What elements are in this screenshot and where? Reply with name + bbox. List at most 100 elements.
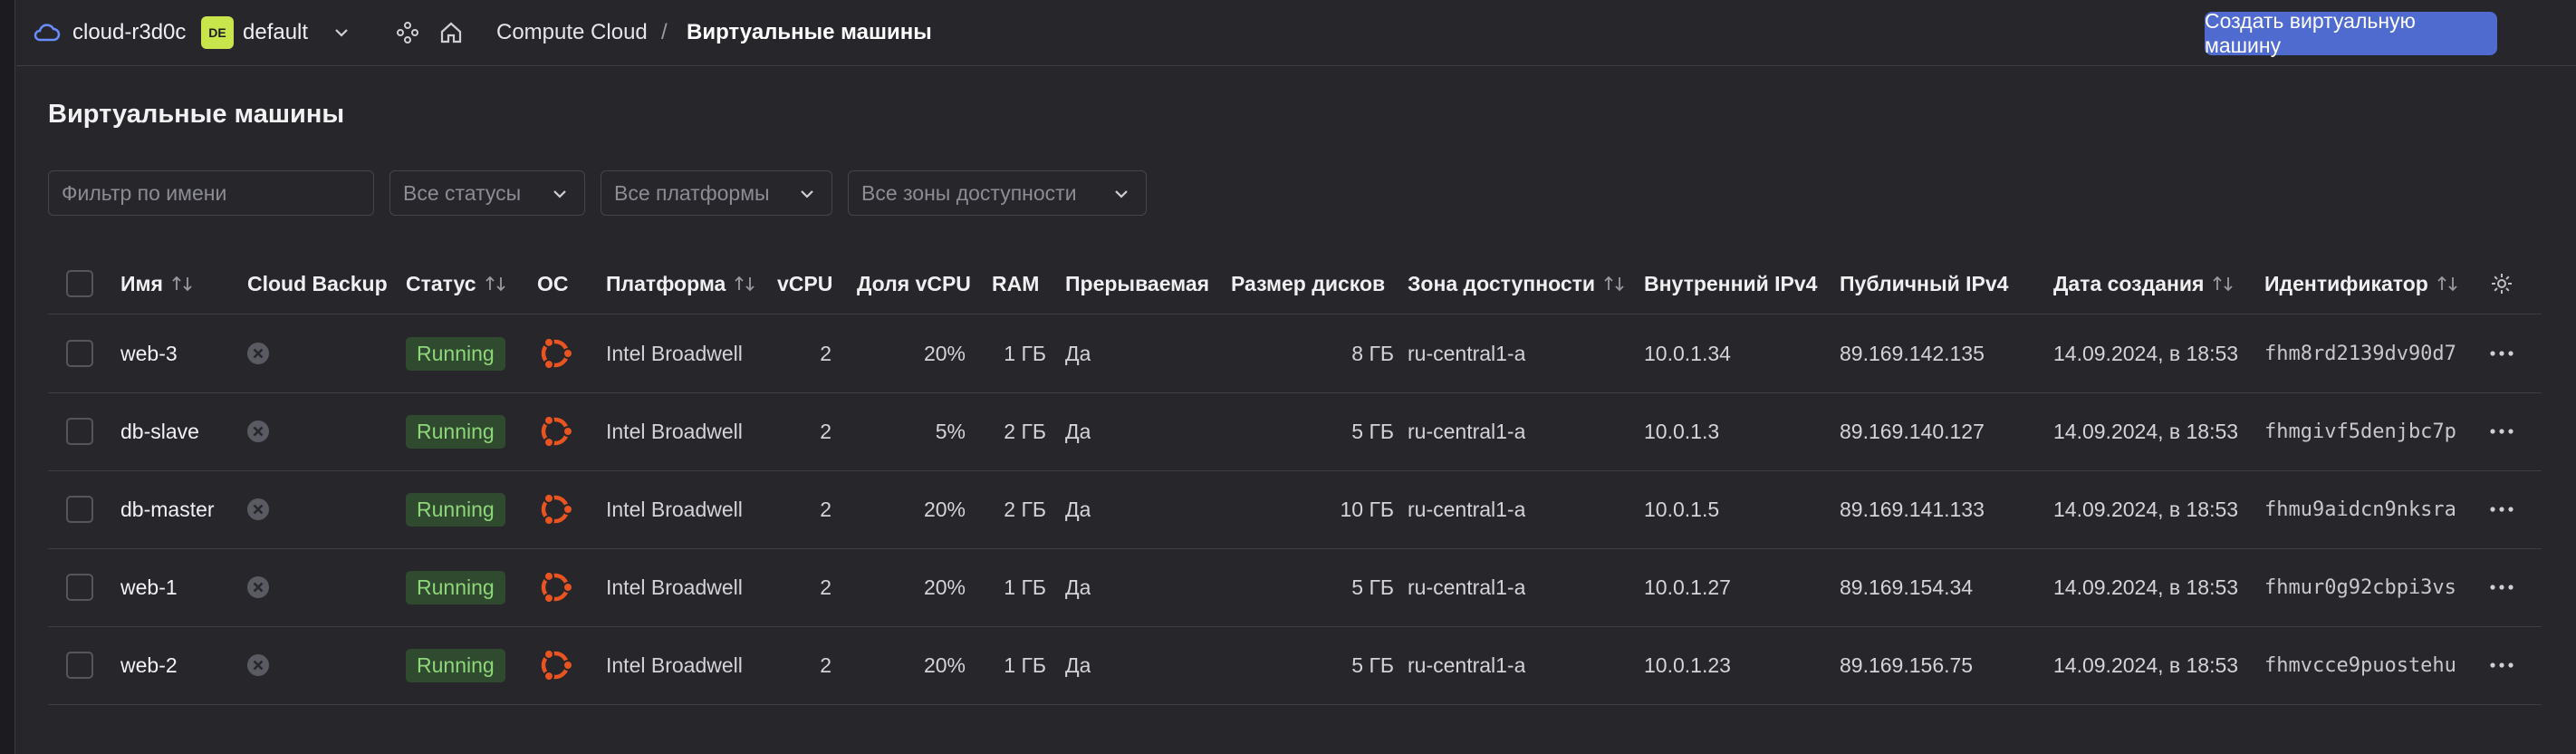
vm-vcpu: 2 <box>820 341 831 365</box>
table-row[interactable]: web-1 Running Intel Broadwell 2 20% 1 ГБ Да 5 Г… <box>48 548 2542 627</box>
vm-vcpu: 2 <box>820 575 831 599</box>
breadcrumb-service[interactable]: Compute Cloud <box>496 0 648 65</box>
vm-internal-ipv4[interactable]: 10.0.1.27 <box>1644 548 1731 626</box>
row-checkbox[interactable] <box>66 314 93 392</box>
services-hub-icon[interactable] <box>395 0 420 65</box>
cloud-icon[interactable] <box>33 0 62 65</box>
vm-platform: Intel Broadwell <box>606 341 743 365</box>
page-title: Виртуальные машины <box>48 100 345 129</box>
row-checkbox[interactable] <box>66 548 93 626</box>
status-badge: Running <box>406 626 505 704</box>
status-badge: Running <box>406 548 505 626</box>
column-platform[interactable]: Платформа <box>606 254 756 314</box>
vm-public-ipv4[interactable]: 89.169.156.75 <box>1840 626 1973 704</box>
vm-disk-size: 5 ГБ <box>1351 575 1394 599</box>
zone-filter-select[interactable]: Все зоны доступности <box>848 170 1147 216</box>
vm-disk-size: 5 ГБ <box>1351 652 1394 677</box>
vm-id[interactable]: fhmu9aidcn9nksra <box>2264 470 2468 548</box>
sort-icon[interactable] <box>2436 274 2459 294</box>
vm-name[interactable]: web-1 <box>120 548 178 626</box>
backup-disabled-icon <box>245 626 271 704</box>
vm-public-ipv4[interactable]: 89.169.154.34 <box>1840 548 1973 626</box>
vm-ram: 1 ГБ <box>1004 652 1046 677</box>
platform-filter-select[interactable]: Все платформы <box>601 170 832 216</box>
breadcrumb-current: Виртуальные машины <box>687 20 932 44</box>
more-dots-icon[interactable] <box>2489 626 2514 704</box>
vm-name[interactable]: web-2 <box>120 626 178 704</box>
column-ram: RAM <box>992 271 1040 295</box>
vm-internal-ipv4[interactable]: 10.0.1.34 <box>1644 314 1731 392</box>
settings-gear-icon[interactable] <box>2489 254 2514 314</box>
vm-vcpu-share: 20% <box>923 575 966 599</box>
vm-public-ipv4[interactable]: 89.169.142.135 <box>1840 314 1985 392</box>
table-row[interactable]: web-3 Running Intel Broadwell 2 20% 1 ГБ Да 8 Г… <box>48 314 2542 393</box>
more-dots-icon[interactable] <box>2489 392 2514 470</box>
vm-ram: 2 ГБ <box>1004 419 1046 443</box>
vm-id[interactable]: fhm8rd2139dv90d7 <box>2264 314 2468 392</box>
vm-internal-ipv4[interactable]: 10.0.1.3 <box>1644 392 1719 470</box>
vm-id[interactable]: fhmvcce9puostehu <box>2264 626 2468 704</box>
column-id[interactable]: Идентификатор <box>2264 254 2459 314</box>
breadcrumb-separator: / <box>661 20 668 44</box>
chevron-down-icon <box>797 184 817 209</box>
column-created[interactable]: Дата создания <box>2053 254 2235 314</box>
vm-name[interactable]: web-3 <box>120 314 178 392</box>
name-filter-input[interactable]: Фильтр по имени <box>48 170 374 216</box>
column-zone[interactable]: Зона доступности <box>1408 254 1626 314</box>
ubuntu-icon <box>535 470 575 548</box>
folder-badge: DE <box>201 0 234 65</box>
vm-preemptible: Да <box>1065 419 1091 443</box>
chevron-down-icon <box>1111 184 1131 209</box>
ubuntu-icon <box>535 314 575 392</box>
vm-internal-ipv4[interactable]: 10.0.1.23 <box>1644 626 1731 704</box>
vm-created: 14.09.2024, в 18:53 <box>2053 497 2239 521</box>
table-row[interactable]: db-master Running Intel Broadwell 2 20% 2 ГБ Д… <box>48 470 2542 549</box>
top-bar: cloud-r3d0c DE default Compute Cloud / В… <box>16 0 2576 66</box>
row-checkbox[interactable] <box>66 470 93 548</box>
column-vcpu-share: Доля vCPU <box>857 271 971 295</box>
vm-vcpu: 2 <box>820 652 831 677</box>
backup-disabled-icon <box>245 548 271 626</box>
select-all-checkbox[interactable] <box>66 254 93 314</box>
sort-icon[interactable] <box>170 274 194 294</box>
sort-icon[interactable] <box>484 274 507 294</box>
vm-preemptible: Да <box>1065 652 1091 677</box>
sort-icon[interactable] <box>733 274 756 294</box>
vm-id[interactable]: fhmgivf5denjbc7p <box>2264 392 2468 470</box>
sort-icon[interactable] <box>2211 274 2235 294</box>
vm-internal-ipv4[interactable]: 10.0.1.5 <box>1644 470 1719 548</box>
sort-icon[interactable] <box>1602 274 1626 294</box>
vm-public-ipv4[interactable]: 89.169.140.127 <box>1840 392 1985 470</box>
chevron-down-icon <box>550 184 570 209</box>
status-filter-value: Все статусы <box>403 180 522 205</box>
vm-preemptible: Да <box>1065 341 1091 365</box>
column-name[interactable]: Имя <box>120 254 194 314</box>
backup-disabled-icon <box>245 470 271 548</box>
row-checkbox[interactable] <box>66 392 93 470</box>
more-dots-icon[interactable] <box>2489 470 2514 548</box>
vm-id[interactable]: fhmur0g92cbpi3vs <box>2264 548 2468 626</box>
vm-name[interactable]: db-slave <box>120 392 199 470</box>
status-badge: Running <box>406 470 505 548</box>
row-checkbox[interactable] <box>66 626 93 704</box>
more-dots-icon[interactable] <box>2489 314 2514 392</box>
vm-platform: Intel Broadwell <box>606 497 743 521</box>
vm-public-ipv4[interactable]: 89.169.141.133 <box>1840 470 1985 548</box>
status-filter-select[interactable]: Все статусы <box>389 170 585 216</box>
more-dots-icon[interactable] <box>2489 548 2514 626</box>
vm-created: 14.09.2024, в 18:53 <box>2053 419 2239 443</box>
status-badge: Running <box>406 314 505 392</box>
chevron-down-icon[interactable] <box>332 0 351 65</box>
vm-zone: ru-central1-a <box>1408 497 1526 521</box>
folder-name[interactable]: default <box>243 0 308 65</box>
vm-preemptible: Да <box>1065 497 1091 521</box>
vm-name[interactable]: db-master <box>120 470 215 548</box>
column-status[interactable]: Статус <box>406 254 507 314</box>
create-vm-button[interactable]: Создать виртуальную машину <box>2205 9 2497 57</box>
cloud-name[interactable]: cloud-r3d0c <box>72 0 186 65</box>
home-icon[interactable] <box>438 0 464 65</box>
vm-vcpu-share: 20% <box>923 652 966 677</box>
table-row[interactable]: db-slave Running Intel Broadwell 2 5% 2 ГБ Да 5… <box>48 392 2542 471</box>
table-row[interactable]: web-2 Running Intel Broadwell 2 20% 1 ГБ Да 5 Г… <box>48 626 2542 705</box>
vm-disk-size: 8 ГБ <box>1351 341 1394 365</box>
